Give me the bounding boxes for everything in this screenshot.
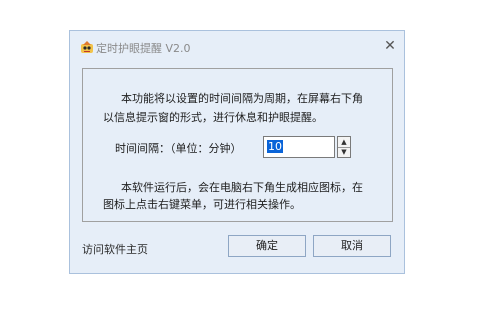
close-button[interactable]: ✕ [382,38,398,54]
interval-spinner[interactable]: ▲ ▼ [337,136,351,158]
interval-row: 时间间隔：（单位：分钟） 10 ▲ ▼ [83,136,392,158]
description-line-2: 以信息提示窗的形式，进行休息和护眼提醒。 [103,111,323,124]
app-icon [80,40,94,54]
note-line-2: 图标上点击右键菜单，可进行相关操作。 [103,198,301,211]
title-bar: 定时护眼提醒 V2.0 ✕ [70,31,404,61]
description-line-1: 本功能将以设置的时间间隔为周期，在屏幕右下角 [121,92,363,105]
spin-down-button[interactable]: ▼ [338,147,350,157]
interval-label: 时间间隔：（单位：分钟） [115,142,242,155]
reminder-dialog: 定时护眼提醒 V2.0 ✕ 本功能将以设置的时间间隔为周期，在屏幕右下角 以信息… [69,30,405,274]
homepage-link[interactable]: 访问软件主页 [82,241,148,257]
interval-input[interactable]: 10 [263,136,335,158]
settings-panel: 本功能将以设置的时间间隔为周期，在屏幕右下角 以信息提示窗的形式，进行休息和护眼… [82,68,393,222]
usage-note: 本软件运行后，会在电脑右下角生成相应图标，在 图标上点击右键菜单，可进行相关操作… [103,179,393,213]
window-title: 定时护眼提醒 V2.0 [96,42,191,55]
ok-button[interactable]: 确定 [228,235,306,257]
description-text: 本功能将以设置的时间间隔为周期，在屏幕右下角 以信息提示窗的形式，进行休息和护眼… [103,89,393,127]
note-line-1: 本软件运行后，会在电脑右下角生成相应图标，在 [121,181,363,194]
cancel-button[interactable]: 取消 [313,235,391,257]
interval-value: 10 [267,140,283,153]
